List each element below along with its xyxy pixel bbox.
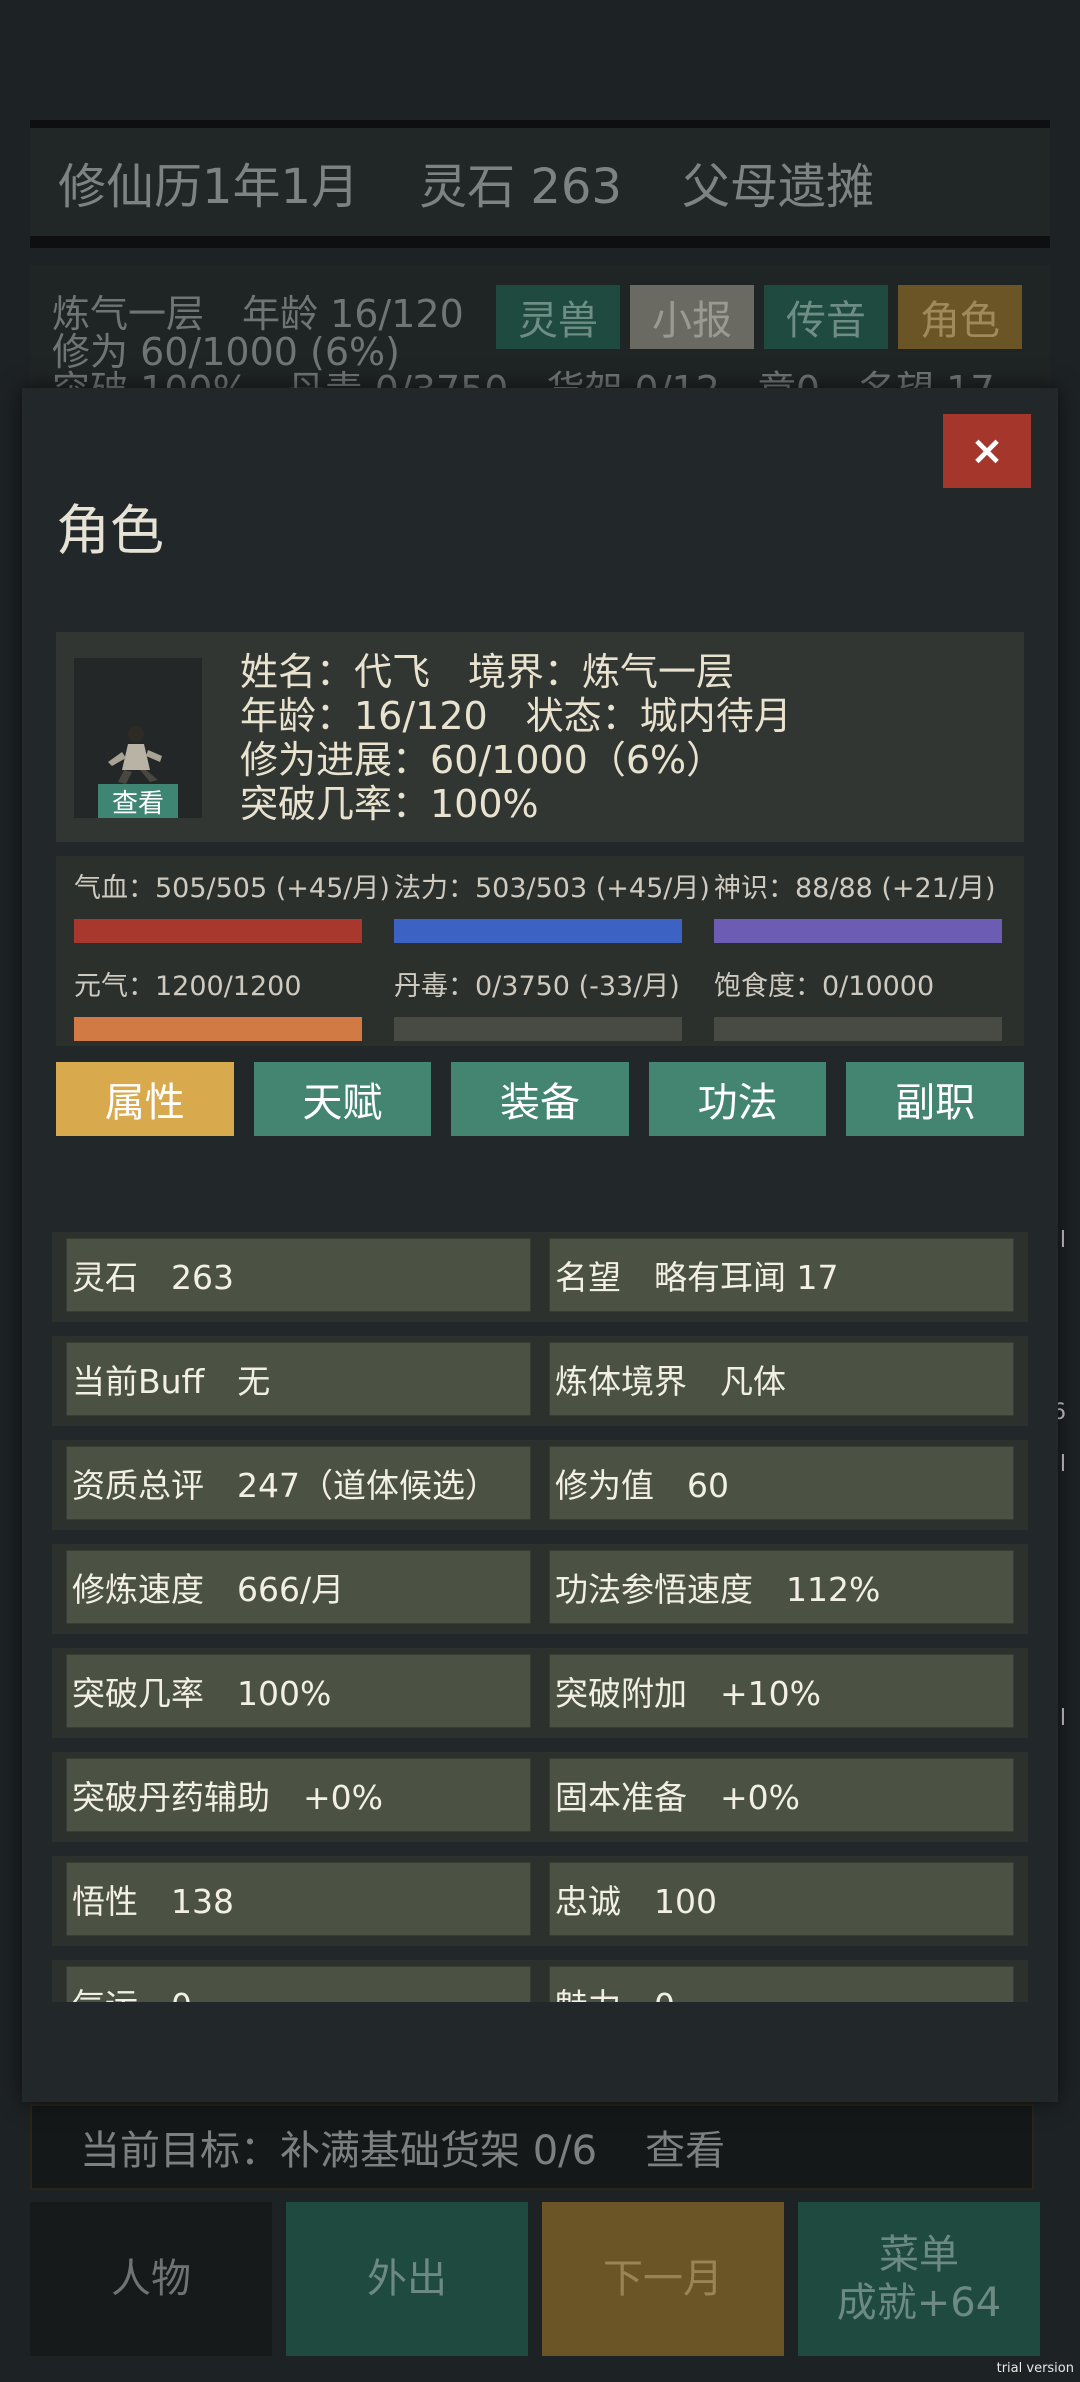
attribute-cell: 忠诚 100 [549,1862,1014,1936]
attribute-row: 悟性 138 忠诚 100 [52,1856,1028,1946]
attribute-cell: 炼体境界 凡体 [549,1342,1014,1416]
resource-bar-label: 元气：1200/1200 [74,971,302,1002]
attribute-row: 气运 0 魅力 0 [52,1960,1028,2002]
resource-bars: 气血：505/505 (+45/月) 法力：503/503 (+45/月) 神识：8… [56,856,1024,1046]
resource-bar-label: 气血：505/505 (+45/月) [74,873,390,904]
attribute-cell: 突破几率 100% [66,1654,531,1728]
menu-label: 菜单 [879,2232,959,2278]
tab-2[interactable]: 装备 [451,1062,629,1136]
character-modal: × 角色 查看 姓名：代飞 境界：炼气一层 年龄：16/120 状态：城内待月 … [22,388,1058,2102]
achievement-label: 成就+64 [836,2280,1002,2326]
nav-menu-button[interactable]: 菜单 成就+64 [798,2202,1040,2356]
nav-next-month-button[interactable]: 下一月 [542,2202,784,2356]
news-button[interactable]: 小报 [630,285,754,349]
attribute-cell: 修炼速度 666/月 [66,1550,531,1624]
tab-4[interactable]: 副职 [846,1062,1024,1136]
tab-3[interactable]: 功法 [648,1062,827,1136]
role-button[interactable]: 角色 [898,285,1022,349]
side-mark: l [1059,1452,1066,1477]
portrait-view-button[interactable]: 查看 [98,784,178,818]
attribute-row: 灵石 263 名望 略有耳闻 17 [52,1232,1028,1322]
resource-bar-label: 丹毒：0/3750 (-33/月) [394,971,680,1002]
character-info-lines: 姓名：代飞 境界：炼气一层 年龄：16/120 状态：城内待月 修为进展：60/… [240,650,792,826]
attribute-row: 修炼速度 666/月 功法参悟速度 112% [52,1544,1028,1634]
attribute-list[interactable]: 灵石 263 名望 略有耳闻 17 当前Buff 无炼体境界 凡体 资质总评 247（… [52,1232,1028,2002]
attribute-cell: 突破丹药辅助 +0% [66,1758,531,1832]
attribute-cell: 固本准备 +0% [549,1758,1014,1832]
character-tabs: 属性 天赋 装备 功法 副职 [56,1062,1024,1136]
resource-bar-track [74,919,362,943]
resource-bar: 丹毒：0/3750 (-33/月) [394,964,682,1041]
resource-bar-track [714,919,1002,943]
info-name-realm: 姓名：代飞 境界：炼气一层 [240,650,735,694]
goal-view-link[interactable]: 查看 [645,2118,725,2176]
resource-bar-fill [74,1017,362,1041]
attribute-cell: 魅力 0 [549,1966,1014,2002]
attribute-cell: 资质总评 247（道体候选） [66,1446,531,1520]
pet-button[interactable]: 灵兽 [496,285,620,349]
close-button[interactable]: × [943,414,1031,488]
resource-bar-track [714,1017,1002,1041]
attribute-cell: 突破附加 +10% [549,1654,1014,1728]
info-breakthrough-chance: 突破几率：100% [240,782,539,826]
resource-bar-track [394,919,682,943]
resource-bar: 法力：503/503 (+45/月) [394,866,710,943]
top-status-bar: 修仙历1年1月 灵石 263 父母遗摊 [30,120,1050,248]
nav-character-button[interactable]: 人物 [30,2202,272,2356]
resource-bar-track [74,1017,362,1041]
tab-0[interactable]: 属性 [56,1062,234,1136]
side-mark: l [1059,1228,1066,1253]
character-portrait[interactable]: 查看 [74,658,202,818]
shop-status: 父母遗摊 [681,159,874,215]
resource-bar-fill [714,919,1002,943]
attribute-cell: 名望 略有耳闻 17 [549,1238,1014,1312]
attribute-cell: 灵石 263 [66,1238,531,1312]
resource-bar: 饱食度：0/10000 [714,964,1002,1041]
tab-1[interactable]: 天赋 [253,1062,432,1136]
current-goal-bar: 当前目标：补满基础货架 0/6 查看 [30,2104,1034,2190]
attribute-cell: 当前Buff 无 [66,1342,531,1416]
resource-bar: 神识：88/88 (+21/月) [714,866,1002,943]
attribute-cell: 气运 0 [66,1966,531,2002]
current-goal-text: 当前目标：补满基础货架 0/6 [80,2128,598,2174]
attribute-row: 突破丹药辅助 +0% 固本准备 +0% [52,1752,1028,1842]
trial-watermark: trial version [996,2361,1074,2376]
attribute-row: 当前Buff 无炼体境界 凡体 [52,1336,1028,1426]
resource-bar-track [394,1017,682,1041]
attribute-row: 资质总评 247（道体候选） 修为值 60 [52,1440,1028,1530]
info-age-status: 年龄：16/120 状态：城内待月 [240,694,792,738]
attribute-cell: 修为值 60 [549,1446,1014,1520]
modal-title: 角色 [56,499,164,562]
spirit-stone-count: 灵石 263 [419,159,622,215]
attribute-row: 突破几率 100% 突破附加 +10% [52,1648,1028,1738]
attribute-cell: 功法参悟速度 112% [549,1550,1014,1624]
character-info-card: 查看 姓名：代飞 境界：炼气一层 年龄：16/120 状态：城内待月 修为进展：… [56,632,1024,842]
resource-bar: 气血：505/505 (+45/月) [74,866,390,943]
side-mark: l [1059,1706,1066,1731]
attribute-cell: 悟性 138 [66,1862,531,1936]
resource-bar: 元气：1200/1200 [74,964,362,1041]
resource-bar-label: 饱食度：0/10000 [714,971,935,1002]
resource-bar-fill [74,919,362,943]
resource-bar-fill [394,919,682,943]
info-cultivation-progress: 修为进展：60/1000（6%） [240,738,725,782]
resource-bar-label: 法力：503/503 (+45/月) [394,873,710,904]
close-icon: × [970,428,1004,474]
game-date: 修仙历1年1月 [58,159,360,215]
bottom-nav: 人物 外出 下一月 菜单 成就+64 [30,2202,1040,2356]
nav-outing-button[interactable]: 外出 [286,2202,528,2356]
resource-bar-label: 神识：88/88 (+21/月) [714,873,996,904]
message-button[interactable]: 传音 [764,285,888,349]
